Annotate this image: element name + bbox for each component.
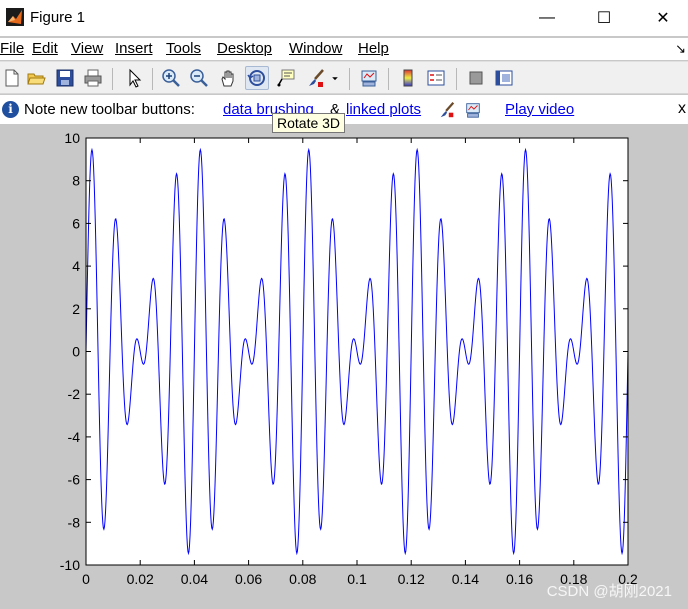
menu-edit[interactable]: Edit (32, 40, 58, 57)
insert-colorbar-icon (403, 69, 413, 87)
info-icon: i (2, 101, 19, 118)
save-button[interactable] (53, 66, 77, 90)
menu-file[interactable]: File (0, 40, 24, 57)
window-title: Figure 1 (30, 9, 86, 26)
y-tick-label: 8 (72, 173, 80, 189)
pan-button[interactable] (216, 66, 240, 90)
title-bar: Figure 1 — ☐ ✕ (0, 0, 688, 36)
brush-icon (440, 102, 455, 118)
x-tick-label: 0.02 (127, 571, 154, 587)
y-tick-label: -4 (68, 429, 81, 445)
brush-button[interactable] (304, 66, 328, 90)
maximize-button[interactable]: ☐ (581, 0, 627, 36)
hide-plot-tools-button[interactable] (464, 66, 488, 90)
info-note-text: Note new toolbar buttons: (24, 101, 195, 118)
figure-plot-area[interactable]: 0 0.02 0.04 0.06 0.08 0.1 0.12 0.14 0.16 0.18 0.21… (0, 124, 688, 609)
y-tick-label: -8 (68, 514, 81, 530)
maximize-icon: ☐ (596, 10, 612, 27)
data-cursor-icon (277, 69, 295, 87)
zoom-in-icon (162, 69, 180, 87)
edit-plot-icon (129, 68, 142, 88)
y-tick-label: 4 (72, 258, 80, 274)
play-video-link[interactable]: Play video (505, 101, 574, 118)
x-tick-label: 0.16 (506, 571, 533, 587)
brush-icon (309, 69, 324, 87)
zoom-out-icon (190, 69, 208, 87)
link-plot-icon (361, 70, 377, 87)
show-plot-tools-icon (495, 70, 513, 86)
minimize-button[interactable]: — (524, 0, 570, 36)
print-icon (84, 69, 102, 87)
brush-dropdown-icon (332, 77, 338, 81)
rotate-3d-button[interactable] (245, 66, 269, 90)
rotate-3d-tooltip: Rotate 3D (272, 113, 346, 133)
hide-plot-tools-icon (469, 71, 483, 85)
y-tick-label: -10 (60, 557, 80, 573)
edit-plot-button[interactable] (122, 66, 146, 90)
insert-legend-button[interactable] (424, 66, 448, 90)
pan-icon (221, 70, 234, 87)
x-tick-label: 0.1 (347, 571, 367, 587)
new-figure-button[interactable] (0, 66, 24, 90)
print-button[interactable] (81, 66, 105, 90)
menu-bar: File Edit View Insert Tools Desktop Wind… (0, 38, 688, 60)
menu-view[interactable]: View (71, 40, 103, 57)
menu-desktop[interactable]: Desktop (217, 40, 272, 57)
watermark: CSDN @胡刚2021 (546, 583, 672, 600)
toolbar-separator (456, 68, 457, 90)
x-tick-label: 0.08 (289, 571, 316, 587)
close-button[interactable]: ✕ (640, 0, 686, 36)
x-tick-label: 0.12 (398, 571, 425, 587)
brush-dropdown-button[interactable] (328, 66, 342, 90)
save-icon (56, 69, 74, 87)
menu-help[interactable]: Help (358, 40, 389, 57)
y-tick-label: 6 (72, 215, 80, 231)
toolbar-separator (152, 68, 153, 90)
matlab-logo-icon (6, 8, 24, 26)
link-plot-icon (466, 103, 480, 118)
dock-figure-icon[interactable]: ↘ (675, 41, 686, 57)
y-tick-label: -2 (68, 386, 81, 402)
x-tick-label: 0.06 (235, 571, 262, 587)
toolbar-separator (112, 68, 113, 90)
y-tick-label: -6 (68, 472, 81, 488)
toolbar-separator (388, 68, 389, 90)
open-file-icon (27, 73, 46, 85)
open-file-button[interactable] (24, 66, 48, 90)
info-bar-close-icon[interactable]: x (678, 100, 686, 118)
minimize-icon: — (539, 9, 555, 26)
zoom-out-button[interactable] (187, 66, 211, 90)
linked-plots-link[interactable]: linked plots (346, 101, 421, 118)
y-tick-label: 2 (72, 301, 80, 317)
insert-colorbar-button[interactable] (396, 66, 420, 90)
rotate-3d-icon (247, 70, 265, 86)
figure-toolbar (0, 61, 688, 94)
x-tick-label: 0.04 (181, 571, 208, 587)
show-plot-tools-button[interactable] (492, 66, 516, 90)
toolbar-separator (349, 68, 350, 90)
insert-legend-icon (427, 70, 445, 86)
menu-insert[interactable]: Insert (115, 40, 153, 57)
menu-window[interactable]: Window (289, 40, 342, 57)
link-plot-button[interactable] (357, 66, 381, 90)
menu-tools[interactable]: Tools (166, 40, 201, 57)
new-figure-icon (5, 69, 19, 87)
data-cursor-button[interactable] (274, 66, 298, 90)
x-tick-label: 0 (82, 571, 90, 587)
x-tick-label: 0.14 (452, 571, 479, 587)
y-tick-label: 0 (72, 344, 80, 360)
zoom-in-button[interactable] (159, 66, 183, 90)
close-icon: ✕ (656, 10, 670, 27)
matlab-figure-window: Figure 1 — ☐ ✕ File Edit View Insert Too… (0, 0, 688, 609)
y-tick-label: 10 (64, 130, 80, 146)
